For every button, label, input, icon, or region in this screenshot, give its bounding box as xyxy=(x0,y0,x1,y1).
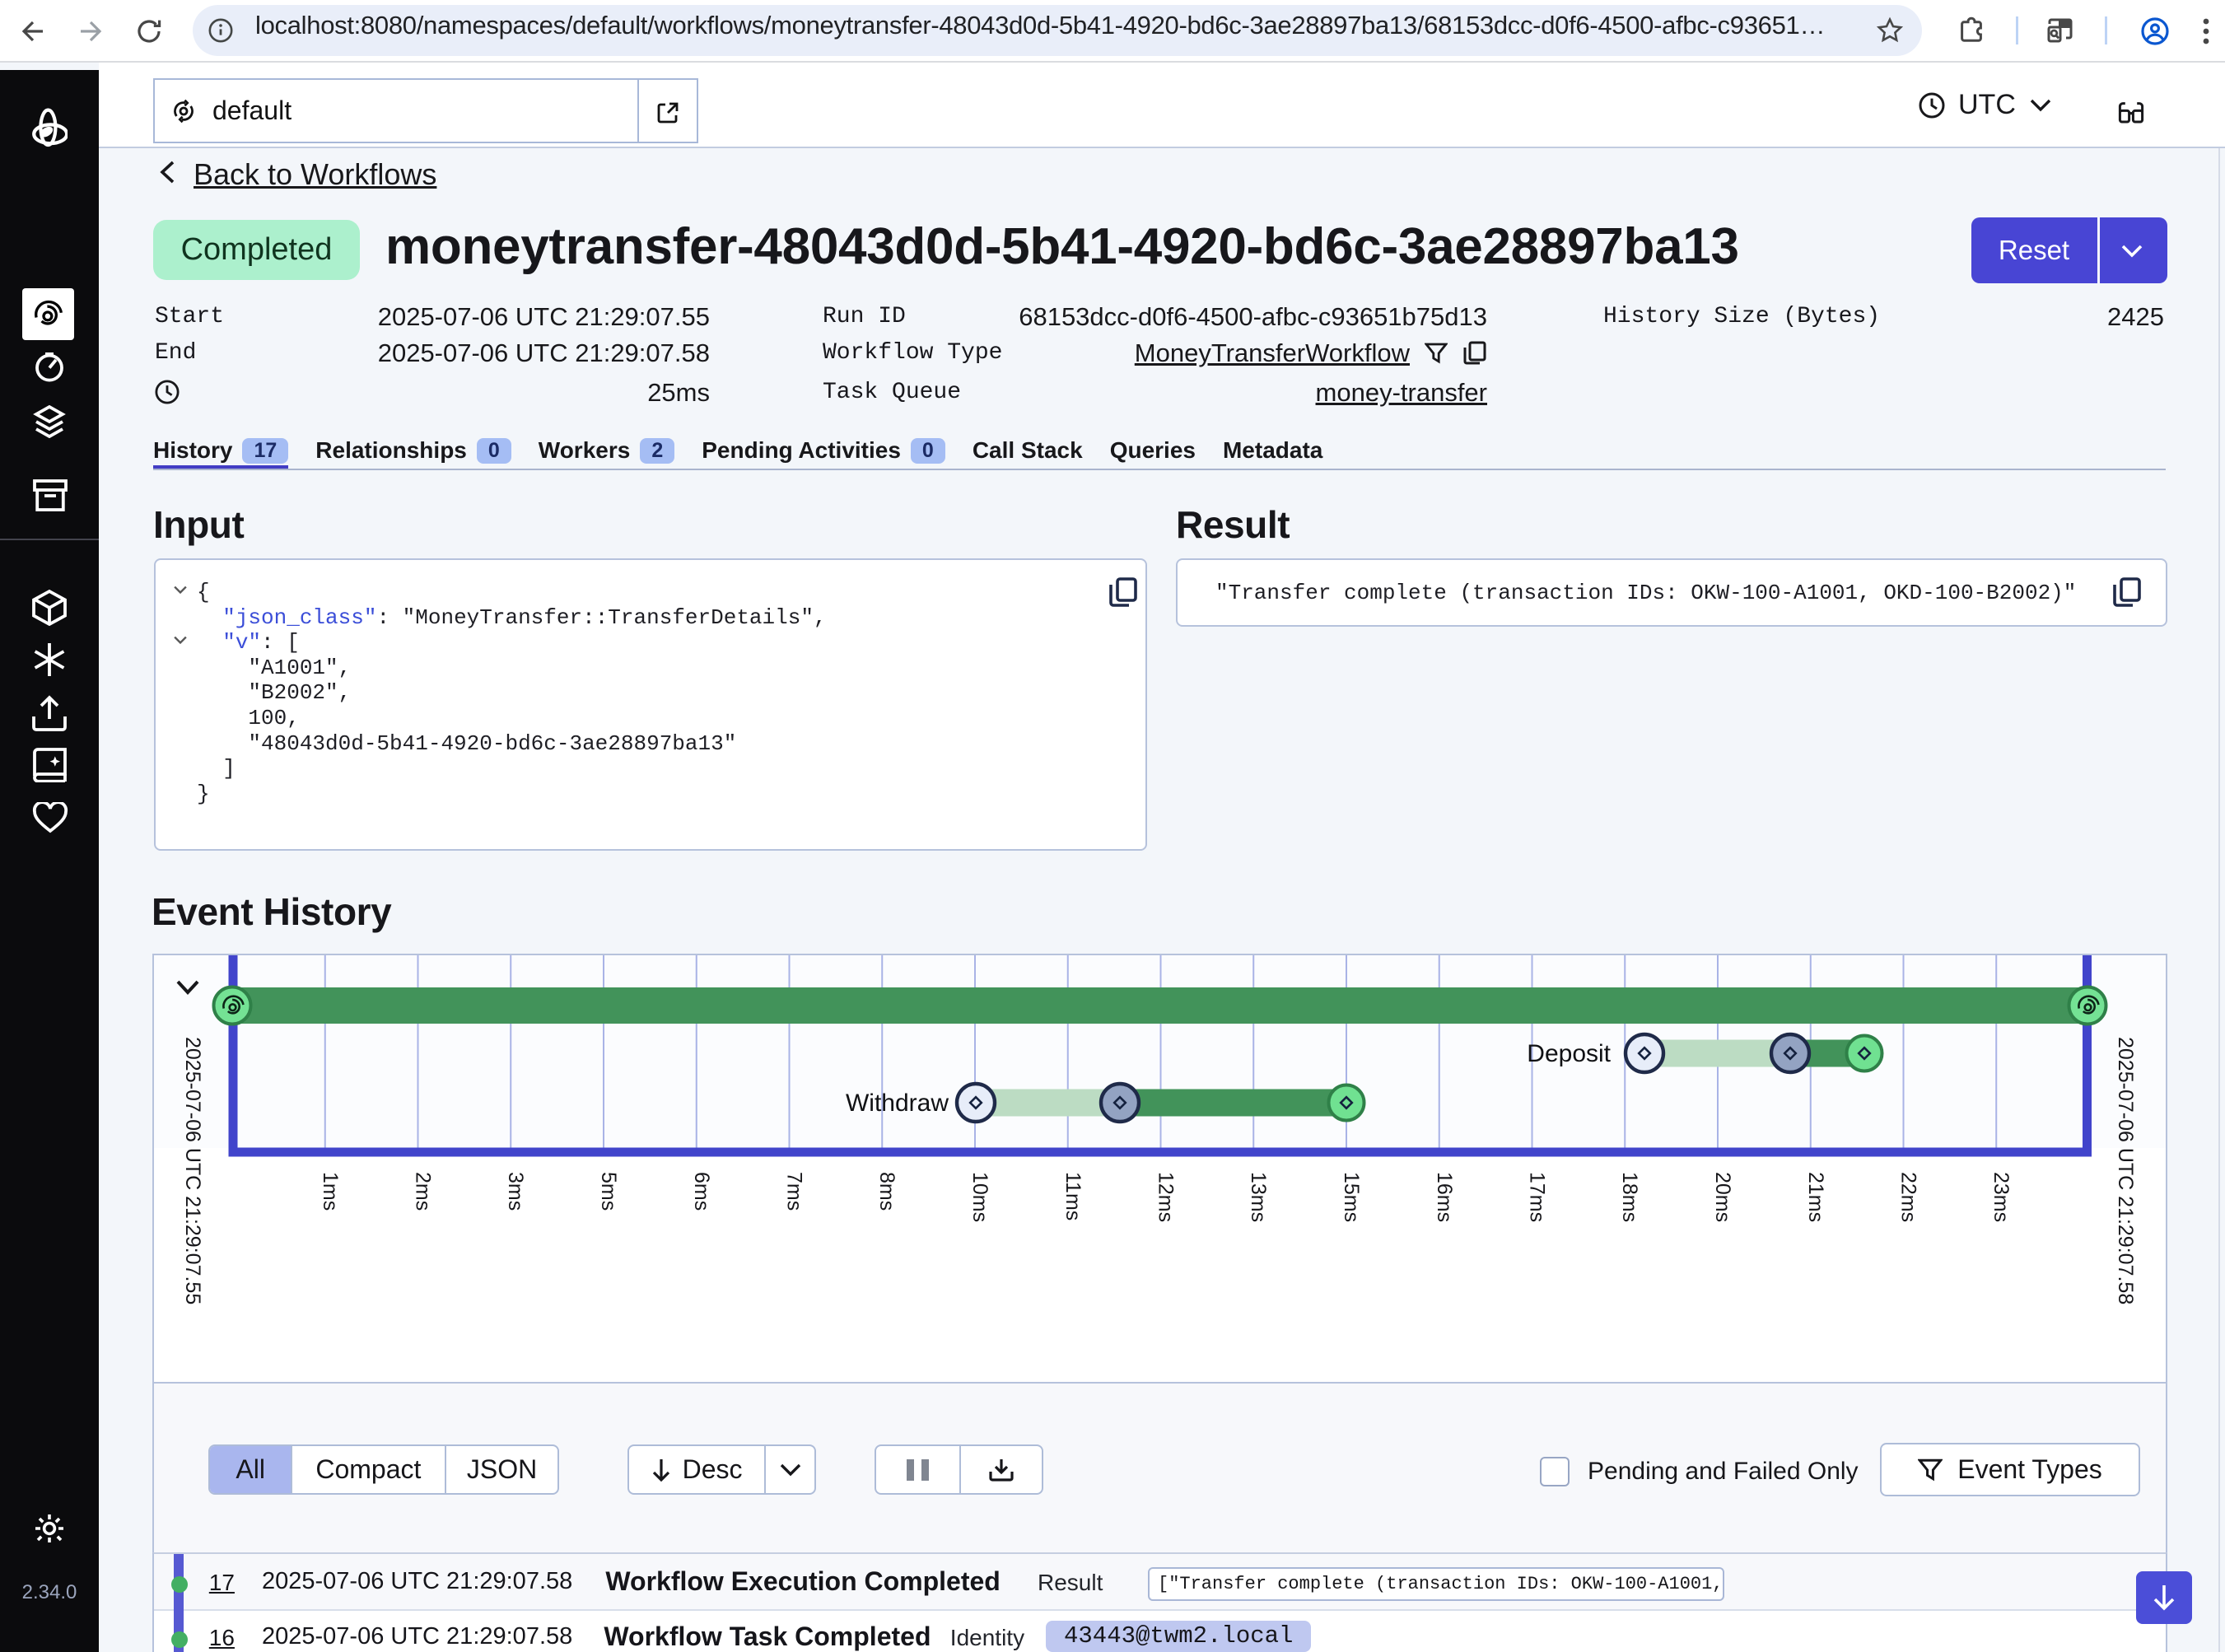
svg-text:7ms: 7ms xyxy=(783,1172,806,1211)
svg-text:11ms: 11ms xyxy=(1061,1172,1085,1220)
svg-text:1ms: 1ms xyxy=(319,1172,342,1211)
svg-text:8ms: 8ms xyxy=(875,1172,898,1211)
svg-text:20ms: 20ms xyxy=(1711,1172,1734,1222)
svg-text:16ms: 16ms xyxy=(1433,1172,1456,1222)
svg-text:Withdraw: Withdraw xyxy=(846,1090,949,1117)
svg-text:23ms: 23ms xyxy=(1989,1172,2013,1222)
svg-text:13ms: 13ms xyxy=(1247,1172,1270,1222)
svg-text:21ms: 21ms xyxy=(1804,1172,1827,1222)
svg-text:2025-07-06 UTC 21:29:07.58: 2025-07-06 UTC 21:29:07.58 xyxy=(2114,1037,2137,1304)
svg-text:10ms: 10ms xyxy=(968,1172,991,1222)
svg-text:18ms: 18ms xyxy=(1618,1172,1641,1222)
svg-text:22ms: 22ms xyxy=(1897,1172,1920,1222)
svg-text:2ms: 2ms xyxy=(412,1172,435,1211)
svg-text:2025-07-06 UTC 21:29:07.55: 2025-07-06 UTC 21:29:07.55 xyxy=(181,1037,204,1304)
svg-text:12ms: 12ms xyxy=(1154,1172,1178,1222)
svg-text:3ms: 3ms xyxy=(504,1172,527,1211)
svg-text:15ms: 15ms xyxy=(1340,1172,1363,1222)
svg-text:17ms: 17ms xyxy=(1526,1172,1549,1222)
svg-text:Deposit: Deposit xyxy=(1527,1040,1611,1067)
svg-text:6ms: 6ms xyxy=(690,1172,713,1211)
svg-text:5ms: 5ms xyxy=(597,1172,620,1211)
